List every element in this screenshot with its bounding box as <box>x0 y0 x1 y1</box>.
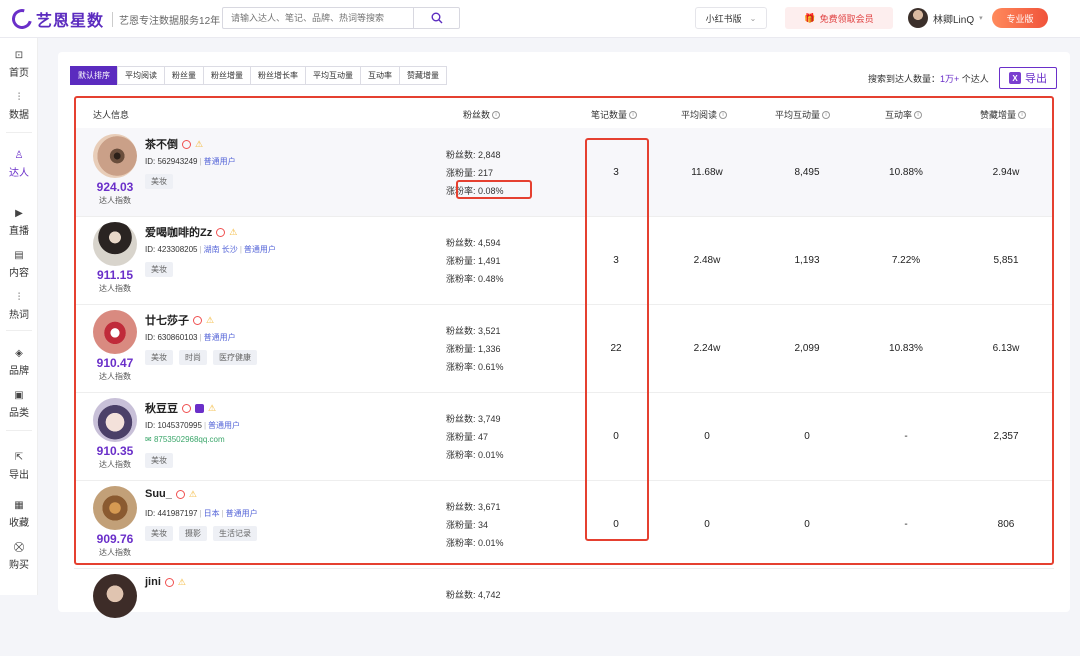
pro-button[interactable]: 专业版 <box>992 8 1048 28</box>
gift-icon: 🎁 <box>804 12 816 23</box>
avatar[interactable] <box>93 574 137 618</box>
free-vip-button[interactable]: 🎁 免费领取会员 <box>785 7 893 29</box>
sidebar-item-label: 首页 <box>9 67 29 79</box>
sort-tabs: 默认排序 平均阅读 粉丝量 粉丝增量 粉丝增长率 平均互动量 互动率 赞藏增量 <box>70 66 447 85</box>
sidebar-item-label: 内容 <box>9 267 29 279</box>
talent-name[interactable]: jini ⚠ <box>145 576 186 588</box>
logo[interactable]: 艺恩星数 艺恩专注数据服务12年 <box>8 5 220 33</box>
person-icon: ♙ <box>14 149 24 161</box>
sidebar-item-10[interactable]: ⛒ 购买 <box>0 538 38 574</box>
result-count: 搜索到达人数量：1万+ 个达人 <box>868 72 989 85</box>
export-icon: ⇱ <box>14 451 24 463</box>
user-menu[interactable]: 林卿LinQ ▾ <box>908 8 983 28</box>
sidebar-item-label: 导出 <box>9 469 29 481</box>
search-box <box>222 7 460 29</box>
sidebar-item-label: 品牌 <box>9 365 29 377</box>
talent-name-text: jini <box>145 576 161 588</box>
search-icon <box>431 12 442 24</box>
sidebar-item-5[interactable]: ⫶ 热词 <box>0 288 38 324</box>
crown-icon: ⚠ <box>177 576 186 587</box>
result-suffix: 个达人 <box>961 74 989 84</box>
sidebar-item-1[interactable]: ⫶ 数据 <box>0 88 38 124</box>
sidebar: ⊡ 首页 ⫶ 数据 ♙ 达人 ▶ 直播 ▤ 内容 ⫶ 热词 ◈ 品牌 ▣ 品类 ⇱ 导出 ▦ 收藏 ⛒ 购买 <box>0 38 38 595</box>
sidebar-item-9[interactable]: ▦ 收藏 <box>0 496 38 532</box>
sidebar-item-7[interactable]: ▣ 品类 <box>0 386 38 422</box>
tab-sort-7[interactable]: 赞藏增量 <box>399 66 447 85</box>
result-prefix: 搜索到达人数量： <box>868 74 941 84</box>
cart-icon: ⛒ <box>13 541 25 553</box>
bar-chart-icon: ⫶ <box>17 291 21 303</box>
export-label: 导出 <box>1025 73 1047 85</box>
sidebar-item-label: 收藏 <box>9 517 29 529</box>
export-button[interactable]: X 导出 <box>999 67 1057 89</box>
vip-label: 免费领取会员 <box>819 13 874 24</box>
sidebar-item-4[interactable]: ▤ 内容 <box>0 246 38 282</box>
bookmark-icon: ▦ <box>14 499 24 511</box>
tab-sort-4[interactable]: 粉丝增长率 <box>250 66 306 85</box>
sidebar-item-6[interactable]: ◈ 品牌 <box>0 344 38 380</box>
sidebar-item-label: 热词 <box>9 309 29 321</box>
logo-text: 艺恩星数 <box>36 13 105 30</box>
verified-icon <box>164 577 174 587</box>
document-icon: ▤ <box>14 249 24 261</box>
search-input[interactable] <box>223 8 415 28</box>
excel-icon: X <box>1009 72 1021 84</box>
monitor-icon: ⊡ <box>14 49 24 61</box>
sidebar-item-3[interactable]: ▶ 直播 <box>0 204 38 240</box>
search-button[interactable] <box>413 8 459 28</box>
play-icon: ▶ <box>15 207 23 219</box>
diamond-icon: ◈ <box>15 347 23 359</box>
sidebar-divider <box>6 330 32 331</box>
avatar <box>908 8 928 28</box>
table-row[interactable]: jini ⚠ 粉丝数: 4,742 <box>74 568 1054 656</box>
main-panel: 默认排序 平均阅读 粉丝量 粉丝增量 粉丝增长率 平均互动量 互动率 赞藏增量 搜索到达人数量… <box>58 52 1070 618</box>
box-icon: ▣ <box>14 389 24 401</box>
platform-label: 小红书版 <box>705 13 742 24</box>
chevron-down-icon: ▾ <box>979 15 983 22</box>
bar-chart-icon: ⫶ <box>17 91 21 103</box>
sidebar-item-label: 购买 <box>9 559 29 571</box>
chevron-down-icon: ⌄ <box>749 13 757 23</box>
sidebar-item-label: 直播 <box>9 225 29 237</box>
tab-sort-0[interactable]: 默认排序 <box>70 66 118 85</box>
tab-sort-5[interactable]: 平均互动量 <box>305 66 361 85</box>
sidebar-item-0[interactable]: ⊡ 首页 <box>0 46 38 82</box>
tab-sort-2[interactable]: 粉丝量 <box>164 66 204 85</box>
tab-sort-3[interactable]: 粉丝增量 <box>203 66 251 85</box>
result-count-value: 1万+ <box>940 74 960 84</box>
sidebar-divider <box>6 430 32 431</box>
sidebar-item-label: 达人 <box>9 167 29 179</box>
top-bar: 艺恩星数 艺恩专注数据服务12年 小红书版 ⌄ 🎁 免费领取会员 林卿LinQ … <box>0 0 1080 38</box>
tab-sort-6[interactable]: 互动率 <box>360 66 400 85</box>
highlight-table-box <box>74 96 1054 565</box>
logo-icon <box>8 5 36 33</box>
fans-stats: 粉丝数: 4,742 <box>446 586 501 604</box>
sidebar-divider <box>6 132 32 133</box>
highlight-notes-column <box>585 138 649 541</box>
platform-select[interactable]: 小红书版 ⌄ <box>695 7 767 29</box>
logo-subtitle: 艺恩专注数据服务12年 <box>112 11 220 27</box>
tab-sort-1[interactable]: 平均阅读 <box>117 66 165 85</box>
sidebar-item-label: 品类 <box>9 407 29 419</box>
fans-stat-fans: 粉丝数: 4,742 <box>446 590 501 600</box>
sidebar-item-2[interactable]: ♙ 达人 <box>0 146 38 182</box>
username: 林卿LinQ <box>933 14 975 26</box>
highlight-fans-rate <box>456 180 532 199</box>
sidebar-item-label: 数据 <box>9 109 29 121</box>
sidebar-item-8[interactable]: ⇱ 导出 <box>0 448 38 484</box>
